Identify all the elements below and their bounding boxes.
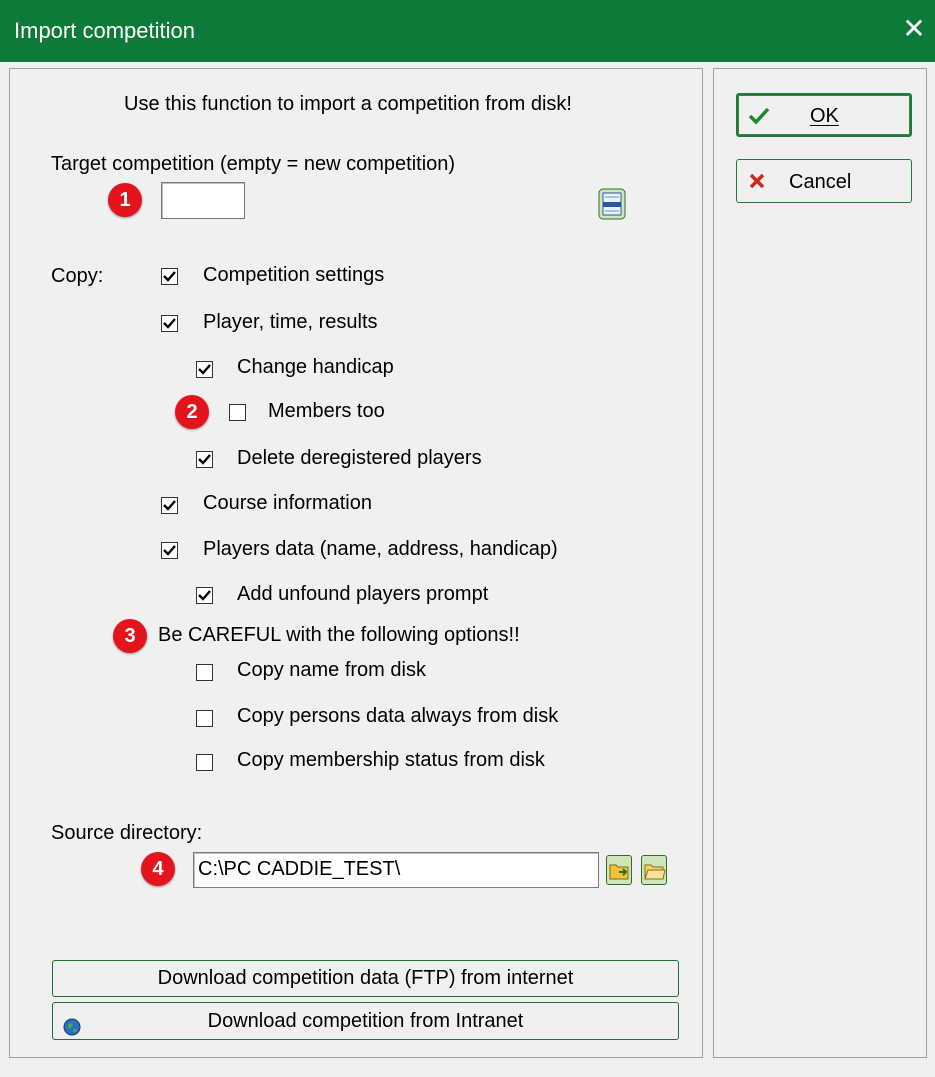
badge-2: 2 xyxy=(175,395,209,429)
players-data-checkbox[interactable] xyxy=(161,542,178,559)
delete-deregistered-label: Delete deregistered players xyxy=(237,447,482,469)
download-intranet-button[interactable]: Download competition from Intranet xyxy=(52,1002,679,1040)
add-unfound-label: Add unfound players prompt xyxy=(237,583,489,605)
copy-name-label: Copy name from disk xyxy=(237,659,426,681)
members-too-checkbox[interactable] xyxy=(229,404,246,421)
source-directory-input[interactable]: C:\PC CADDIE_TEST\ xyxy=(193,852,599,888)
ok-label: OK xyxy=(810,105,839,127)
title-bar: Import competition ✕ xyxy=(0,0,935,62)
copy-persons-checkbox[interactable] xyxy=(196,710,213,727)
open-folder-icon[interactable] xyxy=(641,855,667,885)
copy-persons-label: Copy persons data always from disk xyxy=(237,705,559,727)
warning-text: Be CAREFUL with the following options!! xyxy=(158,624,520,646)
import-competition-dialog: Import competition ✕ Use this function t… xyxy=(0,0,935,1077)
players-data-label: Players data (name, address, handicap) xyxy=(203,538,558,560)
browse-folder-arrow-icon[interactable] xyxy=(606,855,632,885)
source-directory-label: Source directory: xyxy=(51,822,203,844)
add-unfound-checkbox[interactable] xyxy=(196,587,213,604)
badge-3: 3 xyxy=(113,619,147,653)
badge-4: 4 xyxy=(141,852,175,886)
course-information-label: Course information xyxy=(203,492,372,514)
badge-1: 1 xyxy=(108,183,142,217)
download-ftp-button[interactable]: Download competition data (FTP) from int… xyxy=(52,960,679,997)
copy-membership-label: Copy membership status from disk xyxy=(237,749,545,771)
download-ftp-label: Download competition data (FTP) from int… xyxy=(157,967,574,989)
checkmark-icon xyxy=(748,106,770,132)
change-handicap-checkbox[interactable] xyxy=(196,361,213,378)
target-competition-input[interactable] xyxy=(161,182,245,219)
player-time-results-label: Player, time, results xyxy=(203,311,378,333)
cancel-x-icon xyxy=(748,172,766,196)
download-intranet-label: Download competition from Intranet xyxy=(207,1010,524,1032)
player-time-results-checkbox[interactable] xyxy=(161,315,178,332)
globe-icon xyxy=(63,1012,81,1048)
actions-panel xyxy=(713,68,927,1058)
target-competition-label: Target competition (empty = new competit… xyxy=(51,153,456,175)
copy-name-checkbox[interactable] xyxy=(196,664,213,681)
members-too-label: Members too xyxy=(268,400,385,422)
copy-membership-checkbox[interactable] xyxy=(196,754,213,771)
list-select-icon[interactable] xyxy=(598,188,626,220)
copy-label: Copy: xyxy=(51,265,104,287)
competition-settings-checkbox[interactable] xyxy=(161,268,178,285)
ok-button[interactable]: OK xyxy=(736,93,912,137)
cancel-button[interactable]: Cancel xyxy=(736,159,912,203)
cancel-label: Cancel xyxy=(789,171,852,193)
course-information-checkbox[interactable] xyxy=(161,497,178,514)
competition-settings-label: Competition settings xyxy=(203,264,385,286)
close-icon[interactable]: ✕ xyxy=(899,12,929,46)
intro-text: Use this function to import a competitio… xyxy=(124,93,572,115)
window-title: Import competition xyxy=(14,18,195,43)
delete-deregistered-checkbox[interactable] xyxy=(196,451,213,468)
change-handicap-label: Change handicap xyxy=(237,356,394,378)
